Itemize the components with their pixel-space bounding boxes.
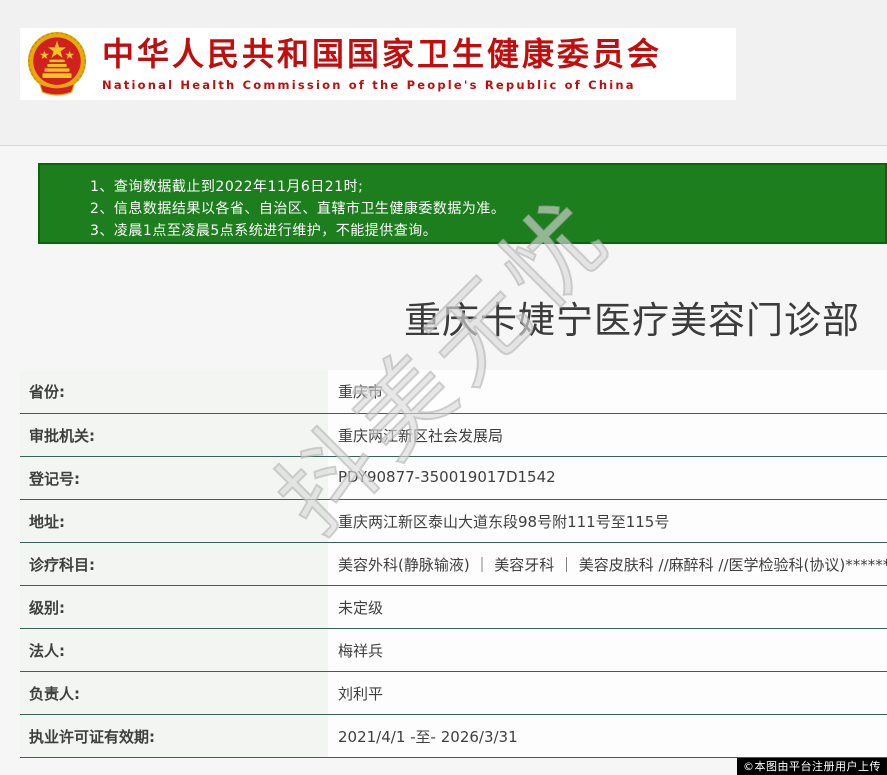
organization-title: 重庆卡婕宁医疗美容门诊部 bbox=[0, 290, 860, 344]
table-row-registration-number: 登记号: PDY90877-350019017D1542 bbox=[20, 456, 887, 499]
table-row-province: 省份: 重庆市 bbox=[20, 370, 887, 413]
horizontal-divider bbox=[0, 145, 887, 146]
row-value: 美容外科(静脉输液) ｜ 美容牙科 ｜ 美容皮肤科 //麻醉科 //医学检验科(… bbox=[328, 543, 887, 585]
site-title-english: National Health Commission of the People… bbox=[102, 78, 662, 92]
table-row-address: 地址: 重庆两江新区泰山大道东段98号附111号至115号 bbox=[20, 499, 887, 542]
notice-line-3: 3、凌晨1点至凌晨5点系统进行维护，不能提供查询。 bbox=[90, 220, 875, 242]
table-row-person-in-charge: 负责人: 刘利平 bbox=[20, 671, 887, 714]
china-national-emblem-icon bbox=[26, 31, 88, 97]
upload-copyright-badge: ©本图由平台注册用户上传 bbox=[737, 758, 887, 775]
row-value: 重庆两江新区社会发展局 bbox=[328, 414, 887, 456]
row-label: 执业许可证有效期: bbox=[20, 715, 328, 757]
institution-info-table: 省份: 重庆市 审批机关: 重庆两江新区社会发展局 登记号: PDY90877-… bbox=[20, 370, 887, 758]
table-row-legal-person: 法人: 梅祥兵 bbox=[20, 628, 887, 671]
row-value: 重庆市 bbox=[328, 370, 887, 413]
row-label: 级别: bbox=[20, 586, 328, 628]
header-text-block: 中华人民共和国国家卫生健康委员会 National Health Commiss… bbox=[102, 36, 662, 92]
site-title-chinese: 中华人民共和国国家卫生健康委员会 bbox=[102, 36, 662, 73]
row-value: 梅祥兵 bbox=[328, 629, 887, 671]
row-label: 登记号: bbox=[20, 457, 328, 499]
row-label: 审批机关: bbox=[20, 414, 328, 456]
row-value: 未定级 bbox=[328, 586, 887, 628]
row-value: 重庆两江新区泰山大道东段98号附111号至115号 bbox=[328, 500, 887, 542]
row-value: 刘利平 bbox=[328, 672, 887, 714]
row-value: 2021/4/1 -至- 2026/3/31 bbox=[328, 715, 887, 757]
table-row-level: 级别: 未定级 bbox=[20, 585, 887, 628]
table-row-approval-authority: 审批机关: 重庆两江新区社会发展局 bbox=[20, 413, 887, 456]
row-label: 地址: bbox=[20, 500, 328, 542]
row-label: 法人: bbox=[20, 629, 328, 671]
page: 中华人民共和国国家卫生健康委员会 National Health Commiss… bbox=[0, 0, 887, 775]
row-label: 负责人: bbox=[20, 672, 328, 714]
row-label: 省份: bbox=[20, 370, 328, 413]
row-label: 诊疗科目: bbox=[20, 543, 328, 585]
site-header: 中华人民共和国国家卫生健康委员会 National Health Commiss… bbox=[20, 28, 736, 100]
notice-line-1: 1、查询数据截止到2022年11月6日21时; bbox=[90, 176, 875, 198]
query-notice-box: 1、查询数据截止到2022年11月6日21时; 2、信息数据结果以各省、自治区、… bbox=[38, 163, 887, 244]
table-row-license-validity: 执业许可证有效期: 2021/4/1 -至- 2026/3/31 bbox=[20, 714, 887, 757]
row-value: PDY90877-350019017D1542 bbox=[328, 457, 887, 499]
table-row-treatment-subjects: 诊疗科目: 美容外科(静脉输液) ｜ 美容牙科 ｜ 美容皮肤科 //麻醉科 //… bbox=[20, 542, 887, 585]
notice-line-2: 2、信息数据结果以各省、自治区、直辖市卫生健康委数据为准。 bbox=[90, 198, 875, 220]
